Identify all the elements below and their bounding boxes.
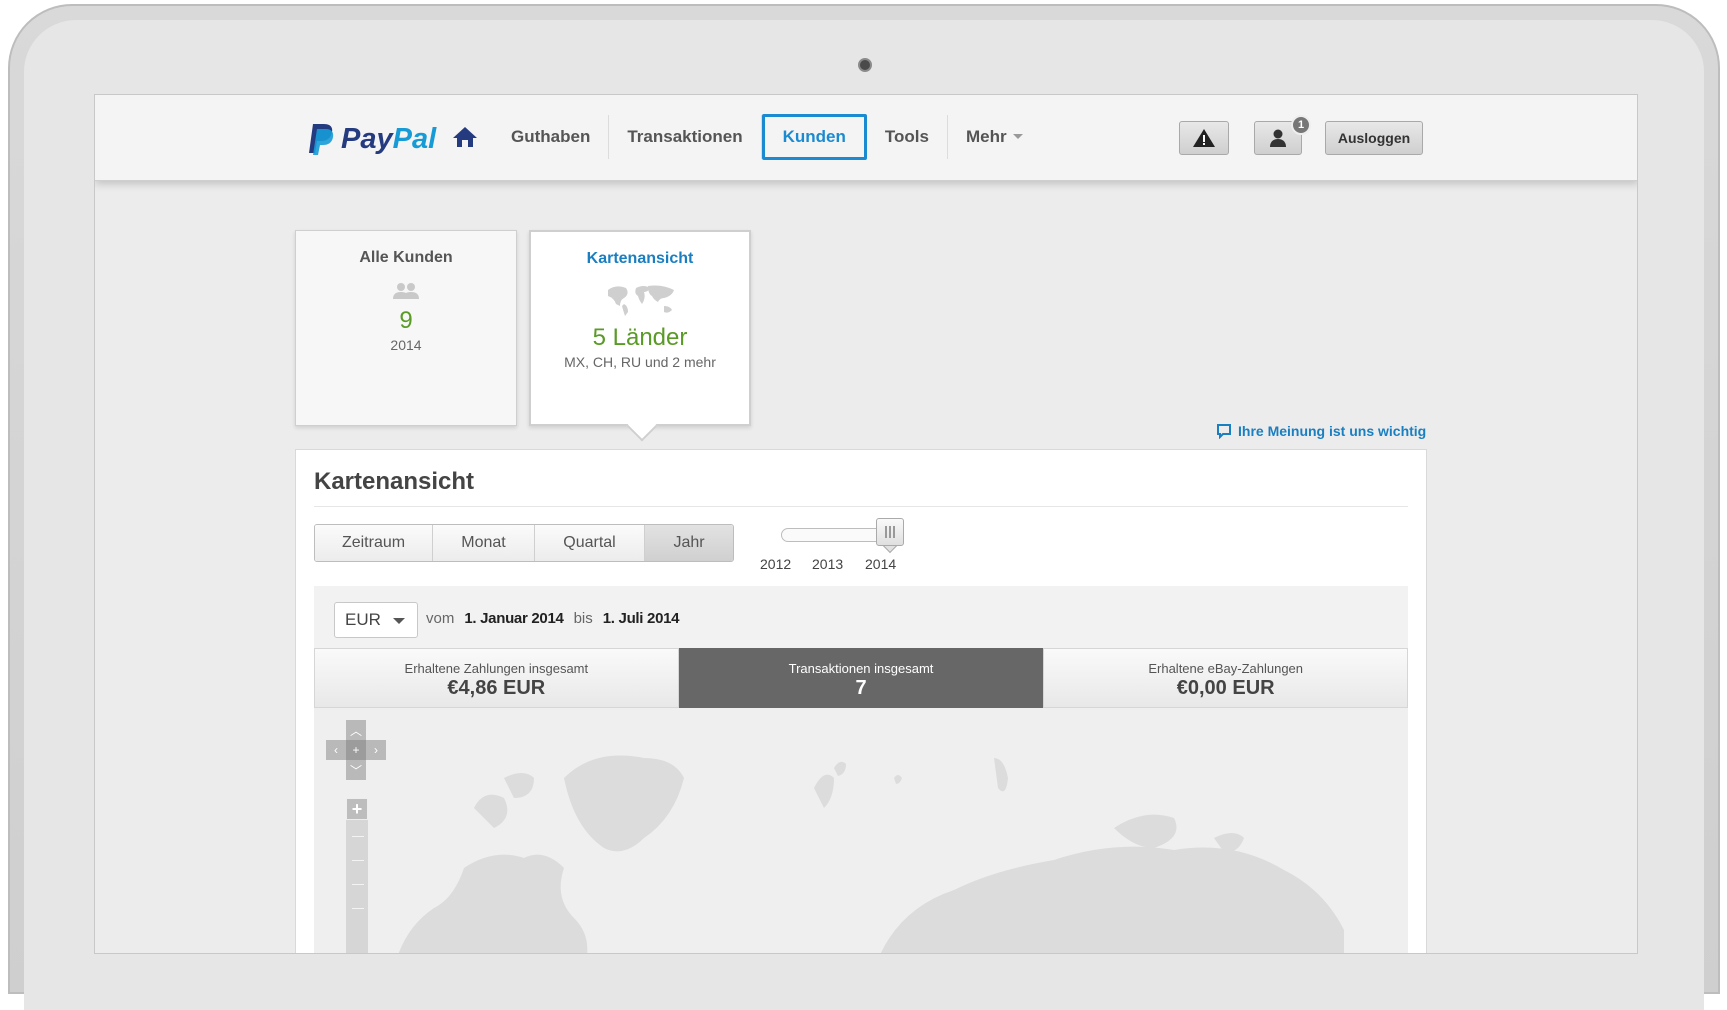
world-map-shapes bbox=[398, 755, 1344, 953]
card-title: Alle Kunden bbox=[359, 249, 453, 266]
world-map-icon bbox=[608, 285, 674, 316]
filter-bar: EUR vom 1. Januar 2014 bis 1. Juli 2014 bbox=[314, 586, 1408, 648]
nav-mehr[interactable]: Mehr bbox=[948, 115, 1041, 159]
zoom-tick bbox=[352, 908, 364, 909]
zoom-slider[interactable] bbox=[346, 798, 368, 953]
period-jahr[interactable]: Jahr bbox=[645, 525, 733, 561]
dropdown-arrow-icon bbox=[393, 618, 405, 624]
period-selector: Zeitraum Monat Quartal Jahr bbox=[314, 524, 734, 562]
alert-icon bbox=[1193, 129, 1215, 147]
nav-guthaben[interactable]: Guthaben bbox=[493, 115, 610, 159]
paypal-logo[interactable]: PayPal bbox=[307, 119, 436, 159]
map-pan-control: ︿ ‹ + › ﹀ bbox=[326, 720, 390, 784]
user-icon bbox=[1270, 129, 1286, 147]
year-label-2013: 2013 bbox=[812, 556, 844, 572]
speech-bubble-icon bbox=[1217, 424, 1231, 439]
pan-up-icon[interactable]: ︿ bbox=[346, 720, 366, 740]
card-alle-kunden[interactable]: Alle Kunden 9 2014 bbox=[295, 230, 517, 426]
card-value: 9 bbox=[399, 307, 413, 334]
zoom-tick bbox=[352, 860, 364, 861]
main-nav: Guthaben Transaktionen Kunden Tools Mehr bbox=[493, 113, 1041, 161]
card-title: Kartenansicht bbox=[586, 250, 694, 267]
pan-left-icon[interactable]: ‹ bbox=[326, 740, 346, 760]
date-range: vom 1. Januar 2014 bis 1. Juli 2014 bbox=[426, 610, 680, 627]
stats-bar: Erhaltene Zahlungen insgesamt €4,86 EUR … bbox=[314, 648, 1409, 715]
notification-badge: 1 bbox=[1291, 115, 1311, 135]
logout-button[interactable]: Ausloggen bbox=[1325, 121, 1423, 155]
year-slider-track[interactable] bbox=[781, 528, 891, 542]
nav-kunden[interactable]: Kunden bbox=[761, 114, 867, 160]
zoom-tick bbox=[352, 884, 364, 885]
customers-icon bbox=[393, 283, 419, 299]
camera bbox=[858, 58, 872, 72]
paypal-wordmark: PayPal bbox=[341, 122, 437, 155]
currency-select[interactable]: EUR bbox=[334, 602, 418, 638]
card-sub: 2014 bbox=[390, 337, 422, 353]
world-map[interactable]: ︿ ‹ + › ﹀ + bbox=[314, 708, 1408, 953]
range-to-date[interactable]: 1. Juli 2014 bbox=[603, 610, 680, 627]
pan-right-icon[interactable]: › bbox=[366, 740, 386, 760]
stat-ebay-payments[interactable]: Erhaltene eBay-Zahlungen €0,00 EUR bbox=[1043, 648, 1409, 708]
period-zeitraum[interactable]: Zeitraum bbox=[315, 525, 433, 561]
year-label-2012: 2012 bbox=[760, 556, 792, 572]
divider bbox=[314, 506, 1408, 507]
stat-received-payments[interactable]: Erhaltene Zahlungen insgesamt €4,86 EUR bbox=[314, 648, 679, 708]
year-slider-handle[interactable] bbox=[876, 518, 904, 546]
stat-total-transactions[interactable]: Transaktionen insgesamt 7 bbox=[678, 648, 1044, 715]
card-kartenansicht[interactable]: Kartenansicht 5 Länder MX, CH, RU und 2 … bbox=[529, 230, 751, 442]
year-label-2014: 2014 bbox=[865, 556, 897, 572]
browser-screen: PayPal Guthaben Transaktionen Kunden Too… bbox=[94, 94, 1638, 954]
card-pointer bbox=[626, 410, 658, 442]
range-from-date[interactable]: 1. Januar 2014 bbox=[464, 610, 564, 627]
top-header: PayPal Guthaben Transaktionen Kunden Too… bbox=[95, 95, 1637, 181]
period-monat[interactable]: Monat bbox=[433, 525, 535, 561]
pan-down-icon[interactable]: ﹀ bbox=[346, 760, 366, 780]
nav-tools[interactable]: Tools bbox=[867, 115, 948, 159]
alert-button[interactable] bbox=[1179, 121, 1229, 155]
pan-center-icon[interactable]: + bbox=[346, 740, 366, 760]
zoom-in-icon[interactable]: + bbox=[346, 798, 368, 820]
nav-transaktionen[interactable]: Transaktionen bbox=[609, 115, 762, 159]
home-icon[interactable] bbox=[452, 125, 478, 149]
card-sub: MX, CH, RU und 2 mehr bbox=[564, 354, 716, 370]
feedback-link[interactable]: Ihre Meinung ist uns wichtig bbox=[1216, 423, 1426, 439]
paypal-p-icon bbox=[309, 124, 334, 155]
card-value: 5 Länder bbox=[592, 324, 688, 351]
chevron-down-icon bbox=[1012, 133, 1023, 139]
zoom-tick bbox=[352, 836, 364, 837]
map-view-panel: Kartenansicht Zeitraum Monat Quartal Jah… bbox=[295, 449, 1427, 953]
period-quartal[interactable]: Quartal bbox=[535, 525, 645, 561]
panel-title: Kartenansicht bbox=[314, 468, 475, 495]
